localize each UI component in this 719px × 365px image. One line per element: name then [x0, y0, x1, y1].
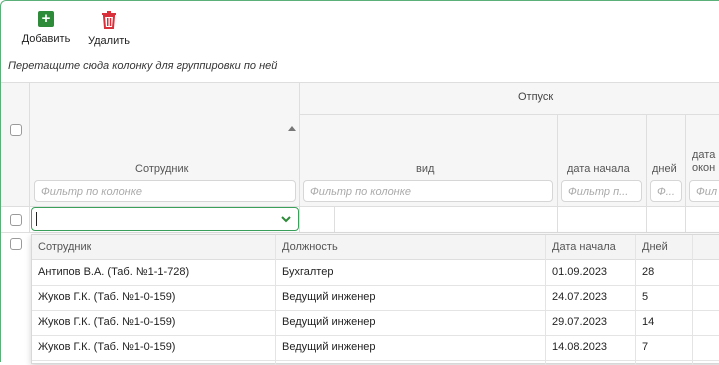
- employee-dropdown: Сотрудник Должность Дата начала Дней Ант…: [31, 234, 719, 365]
- dropdown-header-start-date: Дата начала: [552, 241, 616, 253]
- dropdown-header: Сотрудник Должность Дата начала Дней: [32, 235, 719, 260]
- col-divider: [29, 82, 30, 232]
- dropdown-cell-position: Ведущий инженер: [282, 291, 376, 303]
- dropdown-cell-days: 5: [642, 291, 649, 303]
- column-header-start-date[interactable]: дата начала: [567, 163, 630, 175]
- dropdown-cell-start-date: 29.07.2023: [552, 316, 608, 328]
- dropdown-header-position: Должность: [282, 241, 338, 253]
- dropdown-header-days: Дней: [642, 241, 668, 253]
- col-divider: [685, 114, 686, 232]
- select-all-checkbox[interactable]: [10, 124, 22, 136]
- dropdown-cell-days: 28: [642, 266, 655, 278]
- employee-combobox[interactable]: [31, 207, 299, 231]
- trash-icon: [102, 11, 116, 29]
- add-button-label: Добавить: [21, 33, 71, 45]
- dropdown-cell-days: 14: [642, 316, 655, 328]
- sort-asc-icon[interactable]: [288, 126, 296, 131]
- column-header-end-date-line1[interactable]: дата: [692, 149, 715, 161]
- col-divider: [334, 207, 335, 232]
- add-button[interactable]: + Добавить: [16, 11, 76, 46]
- col-divider: [557, 114, 558, 232]
- filter-employee[interactable]: Фильтр по колонке: [34, 180, 296, 202]
- plus-icon: +: [38, 11, 54, 27]
- column-header-days[interactable]: дней: [652, 163, 677, 175]
- dropdown-header-employee: Сотрудник: [38, 241, 92, 253]
- header-top-border: [1, 82, 719, 83]
- chevron-down-icon[interactable]: [280, 214, 292, 224]
- dropdown-cell-position: Бухгалтер: [282, 266, 334, 278]
- dropdown-row[interactable]: Жуков Г.К. (Таб. №1-0-159) Ведущий инжен…: [32, 335, 719, 361]
- band-header-vacation: Отпуск: [518, 91, 554, 103]
- dropdown-cell-employee: Жуков Г.К. (Таб. №1-0-159): [38, 316, 176, 328]
- delete-button-label: Удалить: [88, 35, 130, 47]
- row-checkbox[interactable]: [10, 238, 22, 250]
- row-border: [1, 232, 719, 233]
- filter-type[interactable]: Фильтр по колонке: [303, 180, 553, 202]
- dropdown-cell-employee: Жуков Г.К. (Таб. №1-0-159): [38, 291, 176, 303]
- filter-start-date[interactable]: Фильтр п...: [561, 180, 642, 202]
- group-panel-hint: Перетащите сюда колонку для группировки …: [8, 60, 278, 72]
- row-checkbox[interactable]: [10, 214, 22, 226]
- dropdown-cell-start-date: 14.08.2023: [552, 341, 608, 353]
- filter-end-date[interactable]: Фил: [689, 180, 719, 202]
- dropdown-cell-position: Ведущий инженер: [282, 341, 376, 353]
- dropdown-cell-start-date: 01.09.2023: [552, 266, 608, 278]
- band-divider: [299, 114, 719, 115]
- dropdown-row[interactable]: Жуков Г.К. (Таб. №1-0-159) Ведущий инжен…: [32, 310, 719, 336]
- dropdown-cell-employee: Жуков Г.К. (Таб. №1-0-159): [38, 341, 176, 353]
- dropdown-row[interactable]: Антипов В.А. (Таб. №1-1-728) Бухгалтер 0…: [32, 260, 719, 286]
- dropdown-cell-days: 7: [642, 341, 649, 353]
- dropdown-row[interactable]: Жуков Г.К. (Таб. №1-0-159) Ведущий инжен…: [32, 285, 719, 311]
- column-header-employee[interactable]: Сотрудник: [135, 163, 188, 175]
- dropdown-cell-position: Ведущий инженер: [282, 316, 376, 328]
- text-caret: [36, 212, 37, 226]
- column-header-type[interactable]: вид: [416, 163, 434, 175]
- col-divider: [646, 114, 647, 232]
- delete-button[interactable]: Удалить: [82, 11, 136, 47]
- dropdown-cell-employee: Антипов В.А. (Таб. №1-1-728): [38, 266, 190, 278]
- column-header-end-date-line2[interactable]: окон: [692, 162, 715, 174]
- dropdown-cell-start-date: 24.07.2023: [552, 291, 608, 303]
- col-divider: [299, 82, 300, 232]
- filter-days[interactable]: Ф...: [650, 180, 682, 202]
